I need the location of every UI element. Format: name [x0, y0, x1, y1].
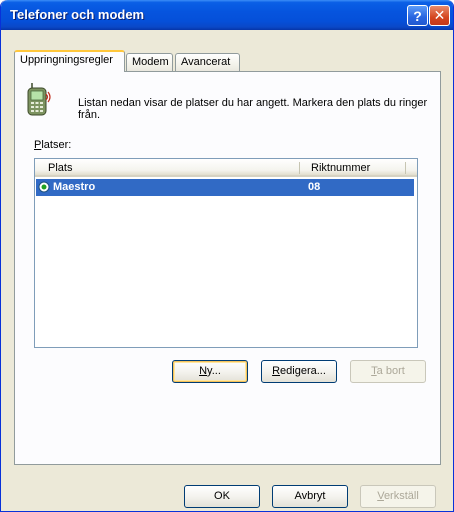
- edit-button[interactable]: Redigera...: [261, 360, 337, 383]
- locations-label: Platser:: [34, 139, 72, 151]
- cancel-button[interactable]: Avbryt: [272, 485, 348, 508]
- help-button[interactable]: ?: [407, 5, 428, 26]
- column-header-area-code[interactable]: Riktnummer: [311, 162, 370, 174]
- column-header-location[interactable]: Plats: [48, 162, 72, 174]
- tab-modem[interactable]: Modem: [126, 53, 173, 72]
- dialog-client: Uppringningsregler Modem Avancerat Lista…: [4, 30, 451, 509]
- apply-button[interactable]: Verkställ: [360, 485, 436, 508]
- help-icon: ?: [413, 7, 422, 24]
- new-button[interactable]: Ny...: [172, 360, 248, 383]
- ok-button[interactable]: OK: [184, 485, 260, 508]
- location-area-code: 08: [308, 181, 321, 193]
- list-header: Plats Riktnummer: [35, 159, 417, 177]
- column-divider[interactable]: [299, 162, 300, 174]
- close-icon: ✕: [433, 7, 446, 23]
- locations-list[interactable]: Plats Riktnummer Maestro 08: [34, 158, 418, 348]
- tab-advanced[interactable]: Avancerat: [175, 53, 240, 72]
- column-divider[interactable]: [405, 162, 406, 174]
- title-bar[interactable]: Telefoner och modem ? ✕: [1, 0, 453, 30]
- dialog-window: Telefoner och modem ? ✕ Uppringningsregl…: [0, 0, 454, 512]
- close-button[interactable]: ✕: [429, 5, 450, 26]
- description-text: Listan nedan visar de platser du har ang…: [78, 97, 428, 121]
- phone-icon: [27, 83, 51, 116]
- delete-button[interactable]: Ta bort: [350, 360, 426, 383]
- location-name: Maestro: [53, 181, 96, 193]
- window-title: Telefoner och modem: [10, 7, 145, 22]
- tab-dialing-rules[interactable]: Uppringningsregler: [14, 50, 125, 72]
- radio-selected-icon: [38, 181, 50, 193]
- list-row-location[interactable]: Maestro 08: [36, 179, 414, 196]
